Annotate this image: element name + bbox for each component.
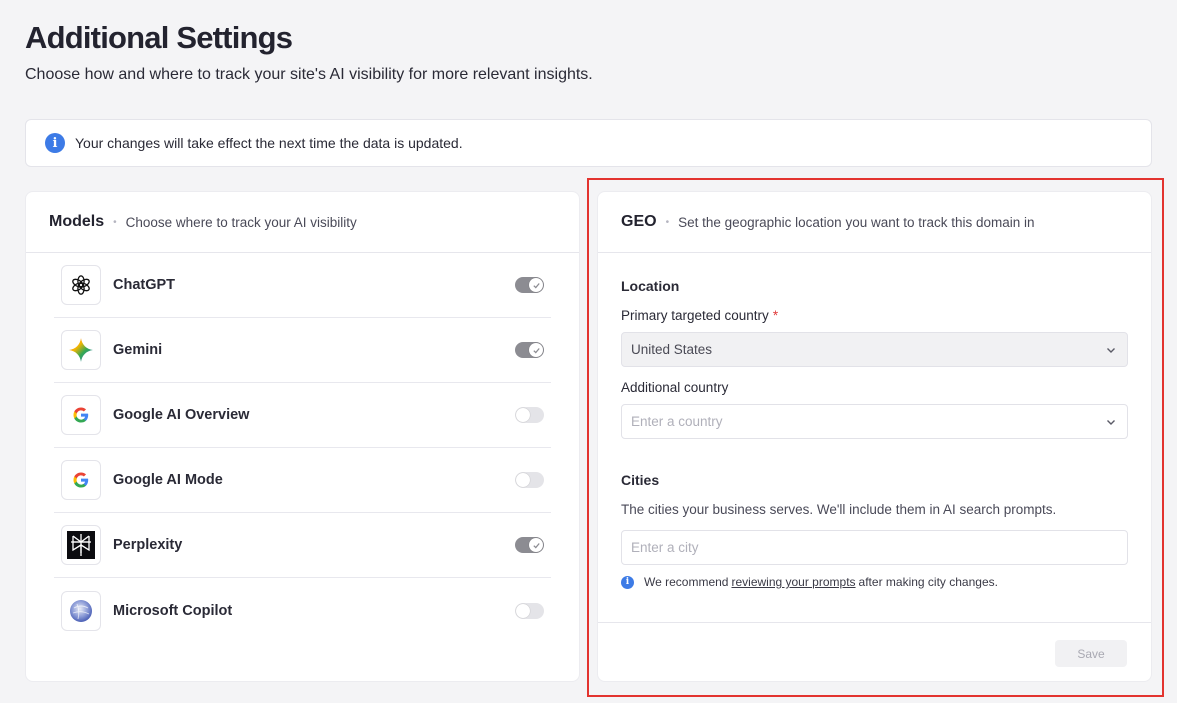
info-icon: i	[621, 575, 634, 589]
additional-country-select[interactable]: Enter a country	[621, 404, 1128, 439]
models-card: Models • Choose where to track your AI v…	[25, 191, 580, 682]
location-section-label: Location	[621, 278, 680, 294]
model-item-google-ai-mode: Google AI Mode	[54, 448, 551, 513]
info-icon: i	[45, 133, 65, 153]
models-title: Models	[49, 213, 105, 230]
geo-title: GEO	[621, 213, 657, 230]
chatgpt-logo-icon	[61, 265, 101, 305]
google-logo-icon	[61, 460, 101, 500]
geo-body: Location Primary targeted country * Unite…	[598, 278, 1151, 589]
google-logo-icon	[61, 395, 101, 435]
page-title: Additional Settings	[25, 20, 293, 55]
model-item-perplexity: Perplexity	[54, 513, 551, 578]
info-banner-text: Your changes will take effect the next t…	[75, 135, 463, 151]
primary-country-label: Primary targeted country *	[621, 308, 1128, 323]
google-ai-mode-toggle[interactable]	[515, 472, 544, 488]
primary-country-value: United States	[631, 342, 713, 357]
city-note: i We recommend reviewing your prompts af…	[621, 575, 1128, 589]
model-label: Microsoft Copilot	[113, 602, 233, 619]
models-description: Choose where to track your AI visibility	[125, 214, 357, 230]
model-label: Gemini	[113, 342, 163, 358]
gemini-toggle[interactable]	[515, 342, 544, 358]
page-subtitle: Choose how and where to track your site'…	[25, 66, 593, 83]
microsoft-copilot-toggle[interactable]	[515, 602, 544, 619]
perplexity-toggle[interactable]	[515, 537, 544, 553]
reviewing-prompts-link[interactable]: reviewing your prompts	[731, 575, 855, 589]
model-label: Google AI Mode	[113, 472, 223, 488]
city-input[interactable]: Enter a city	[621, 530, 1128, 565]
additional-country-placeholder: Enter a country	[631, 414, 723, 429]
additional-country-label: Additional country	[621, 380, 729, 395]
chatgpt-toggle[interactable]	[515, 277, 544, 293]
model-label: Perplexity	[113, 537, 183, 553]
separator-dot: •	[665, 216, 670, 228]
primary-country-label-text: Primary targeted country	[621, 308, 769, 323]
perplexity-logo-icon	[61, 525, 101, 565]
primary-country-select[interactable]: United States	[621, 332, 1128, 367]
required-marker: *	[772, 308, 779, 323]
chevron-down-icon	[1107, 347, 1115, 353]
gemini-logo-icon	[61, 330, 101, 370]
save-button[interactable]: Save	[1055, 640, 1127, 667]
models-header: Models • Choose where to track your AI v…	[26, 192, 579, 253]
cities-section-label: Cities	[621, 472, 660, 488]
separator-dot: •	[113, 216, 117, 228]
city-input-placeholder: Enter a city	[631, 540, 699, 555]
model-item-gemini: Gemini	[54, 318, 551, 383]
geo-footer: Save	[598, 622, 1151, 682]
geo-description: Set the geographic location you want to …	[678, 214, 1035, 230]
cities-helper-text: The cities your business serves. We'll i…	[621, 502, 1057, 517]
geo-card: GEO • Set the geographic location you wa…	[597, 191, 1152, 682]
google-ai-overview-toggle[interactable]	[515, 407, 544, 423]
model-list: ChatGPT Gemini Google AI Overview Google…	[26, 253, 579, 643]
model-item-google-ai-overview: Google AI Overview	[54, 383, 551, 448]
model-label: Google AI Overview	[113, 407, 250, 423]
info-banner: i Your changes will take effect the next…	[25, 119, 1152, 167]
copilot-logo-icon	[61, 590, 101, 631]
model-item-chatgpt: ChatGPT	[54, 253, 551, 318]
note-suffix: after making city changes.	[858, 575, 998, 589]
geo-header: GEO • Set the geographic location you wa…	[598, 192, 1151, 253]
model-label: ChatGPT	[113, 277, 176, 293]
model-item-microsoft-copilot: Microsoft Copilot	[54, 578, 551, 643]
note-prefix: We recommend	[644, 575, 729, 589]
chevron-down-icon	[1107, 419, 1115, 425]
